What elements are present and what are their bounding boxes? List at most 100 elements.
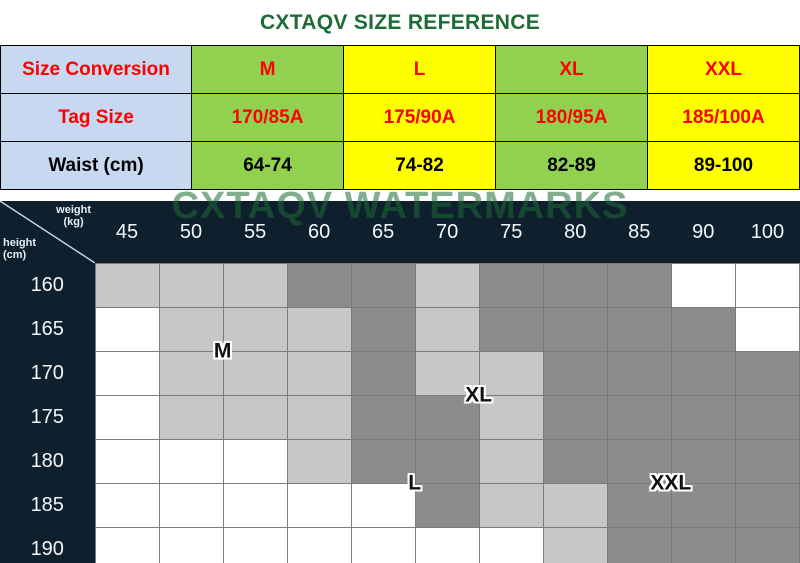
matrix-cell[interactable] bbox=[158, 527, 224, 563]
height-weight-matrix: weight (kg) height (cm) 45 50 55 60 65 70 75 80 85 90… bbox=[0, 201, 800, 563]
matrix-height-header-160: 160 bbox=[0, 263, 95, 308]
size-table-cell-m-waist: 64-74 bbox=[191, 141, 344, 190]
matrix-cell[interactable] bbox=[158, 439, 224, 484]
matrix-weight-header-50: 50 bbox=[159, 201, 224, 264]
matrix-cell[interactable] bbox=[286, 527, 352, 563]
matrix-row: 190 bbox=[0, 527, 800, 563]
size-table-cell-l-tag: 175/90A bbox=[343, 93, 496, 142]
matrix-cell[interactable] bbox=[286, 307, 352, 352]
size-table-cell-l-waist: 74-82 bbox=[343, 141, 496, 190]
matrix-cell[interactable] bbox=[478, 483, 544, 528]
matrix-cell[interactable] bbox=[158, 263, 224, 308]
matrix-cell[interactable] bbox=[478, 439, 544, 484]
size-chart-page: CXTAQV SIZE REFERENCE Size Conversion M L X… bbox=[0, 0, 800, 563]
matrix-cell[interactable] bbox=[734, 439, 800, 484]
matrix-cell[interactable] bbox=[222, 351, 288, 396]
matrix-cell[interactable] bbox=[542, 439, 608, 484]
matrix-cell[interactable] bbox=[414, 307, 480, 352]
matrix-cell[interactable] bbox=[542, 395, 608, 440]
matrix-cell[interactable] bbox=[350, 307, 416, 352]
matrix-cell[interactable] bbox=[606, 263, 672, 308]
matrix-cell[interactable] bbox=[734, 307, 800, 352]
matrix-row: 160 bbox=[0, 263, 800, 308]
matrix-cell[interactable] bbox=[478, 263, 544, 308]
matrix-cell[interactable] bbox=[222, 483, 288, 528]
matrix-weight-header-60: 60 bbox=[287, 201, 352, 264]
matrix-row: 175 bbox=[0, 395, 800, 440]
matrix-cell[interactable] bbox=[414, 395, 480, 440]
matrix-cell[interactable] bbox=[350, 263, 416, 308]
matrix-cell[interactable] bbox=[94, 263, 160, 308]
matrix-cell[interactable] bbox=[286, 395, 352, 440]
matrix-cell[interactable] bbox=[478, 307, 544, 352]
matrix-cell[interactable] bbox=[670, 307, 736, 352]
matrix-weight-header-100: 100 bbox=[735, 201, 800, 264]
matrix-cell[interactable] bbox=[94, 351, 160, 396]
matrix-cell[interactable] bbox=[94, 439, 160, 484]
matrix-cell[interactable] bbox=[94, 307, 160, 352]
matrix-cell[interactable] bbox=[542, 351, 608, 396]
matrix-cell[interactable] bbox=[734, 527, 800, 563]
matrix-cell[interactable] bbox=[670, 483, 736, 528]
matrix-weight-axis-label: weight (kg) bbox=[56, 204, 91, 228]
matrix-cell[interactable] bbox=[222, 307, 288, 352]
matrix-cell[interactable] bbox=[606, 483, 672, 528]
size-table-cell-xl-tag: 180/95A bbox=[495, 93, 648, 142]
matrix-cell[interactable] bbox=[478, 395, 544, 440]
matrix-weight-header-85: 85 bbox=[607, 201, 672, 264]
matrix-cell[interactable] bbox=[606, 527, 672, 563]
matrix-cell[interactable] bbox=[670, 263, 736, 308]
page-title-bar: CXTAQV SIZE REFERENCE bbox=[0, 0, 800, 45]
matrix-cell[interactable] bbox=[222, 263, 288, 308]
matrix-cell[interactable] bbox=[94, 483, 160, 528]
matrix-weight-header-70: 70 bbox=[415, 201, 480, 264]
matrix-cell[interactable] bbox=[478, 351, 544, 396]
matrix-cell[interactable] bbox=[414, 483, 480, 528]
matrix-cell[interactable] bbox=[286, 483, 352, 528]
matrix-cell[interactable] bbox=[670, 395, 736, 440]
matrix-cell[interactable] bbox=[222, 527, 288, 563]
matrix-cell[interactable]: XL bbox=[414, 351, 492, 406]
matrix-cell[interactable] bbox=[286, 263, 352, 308]
matrix-cell[interactable] bbox=[542, 263, 608, 308]
matrix-height-axis-label: height (cm) bbox=[3, 236, 36, 261]
matrix-height-header-190: 190 bbox=[0, 527, 95, 563]
size-table-cell-xxl-waist: 89-100 bbox=[647, 141, 800, 190]
matrix-cell[interactable] bbox=[670, 439, 736, 484]
matrix-cell[interactable] bbox=[606, 307, 672, 352]
matrix-cell[interactable] bbox=[158, 483, 224, 528]
matrix-cell[interactable] bbox=[350, 395, 416, 440]
matrix-cell[interactable] bbox=[158, 395, 224, 440]
matrix-cell[interactable] bbox=[94, 527, 160, 563]
matrix-cell[interactable] bbox=[606, 395, 672, 440]
matrix-cell[interactable] bbox=[670, 351, 736, 396]
matrix-table: weight (kg) height (cm) 45 50 55 60 65 70 75 80 85 90… bbox=[0, 201, 800, 563]
matrix-cell[interactable] bbox=[94, 395, 160, 440]
matrix-cell[interactable] bbox=[414, 439, 480, 484]
matrix-cell[interactable] bbox=[350, 483, 416, 528]
matrix-cell[interactable] bbox=[414, 263, 480, 308]
matrix-cell[interactable] bbox=[734, 263, 800, 308]
matrix-cell[interactable] bbox=[542, 483, 608, 528]
matrix-cell[interactable] bbox=[734, 395, 800, 440]
matrix-cell[interactable]: XXL bbox=[606, 439, 691, 494]
matrix-cell[interactable]: M bbox=[158, 307, 231, 362]
matrix-cell[interactable] bbox=[606, 351, 672, 396]
matrix-cell[interactable] bbox=[222, 439, 288, 484]
matrix-cell[interactable] bbox=[414, 527, 480, 563]
matrix-cell[interactable] bbox=[734, 351, 800, 396]
matrix-cell[interactable] bbox=[222, 395, 288, 440]
matrix-cell[interactable] bbox=[670, 527, 736, 563]
matrix-cell[interactable] bbox=[350, 351, 416, 396]
matrix-cell[interactable]: L bbox=[350, 439, 421, 494]
matrix-cell[interactable] bbox=[542, 527, 608, 563]
page-title: CXTAQV SIZE REFERENCE bbox=[259, 10, 541, 34]
matrix-cell[interactable] bbox=[350, 527, 416, 563]
matrix-cell[interactable] bbox=[286, 351, 352, 396]
matrix-weight-header-55: 55 bbox=[223, 201, 288, 264]
matrix-cell[interactable] bbox=[286, 439, 352, 484]
matrix-cell[interactable] bbox=[478, 527, 544, 563]
matrix-cell[interactable] bbox=[542, 307, 608, 352]
matrix-cell[interactable] bbox=[158, 351, 224, 396]
matrix-cell[interactable] bbox=[734, 483, 800, 528]
